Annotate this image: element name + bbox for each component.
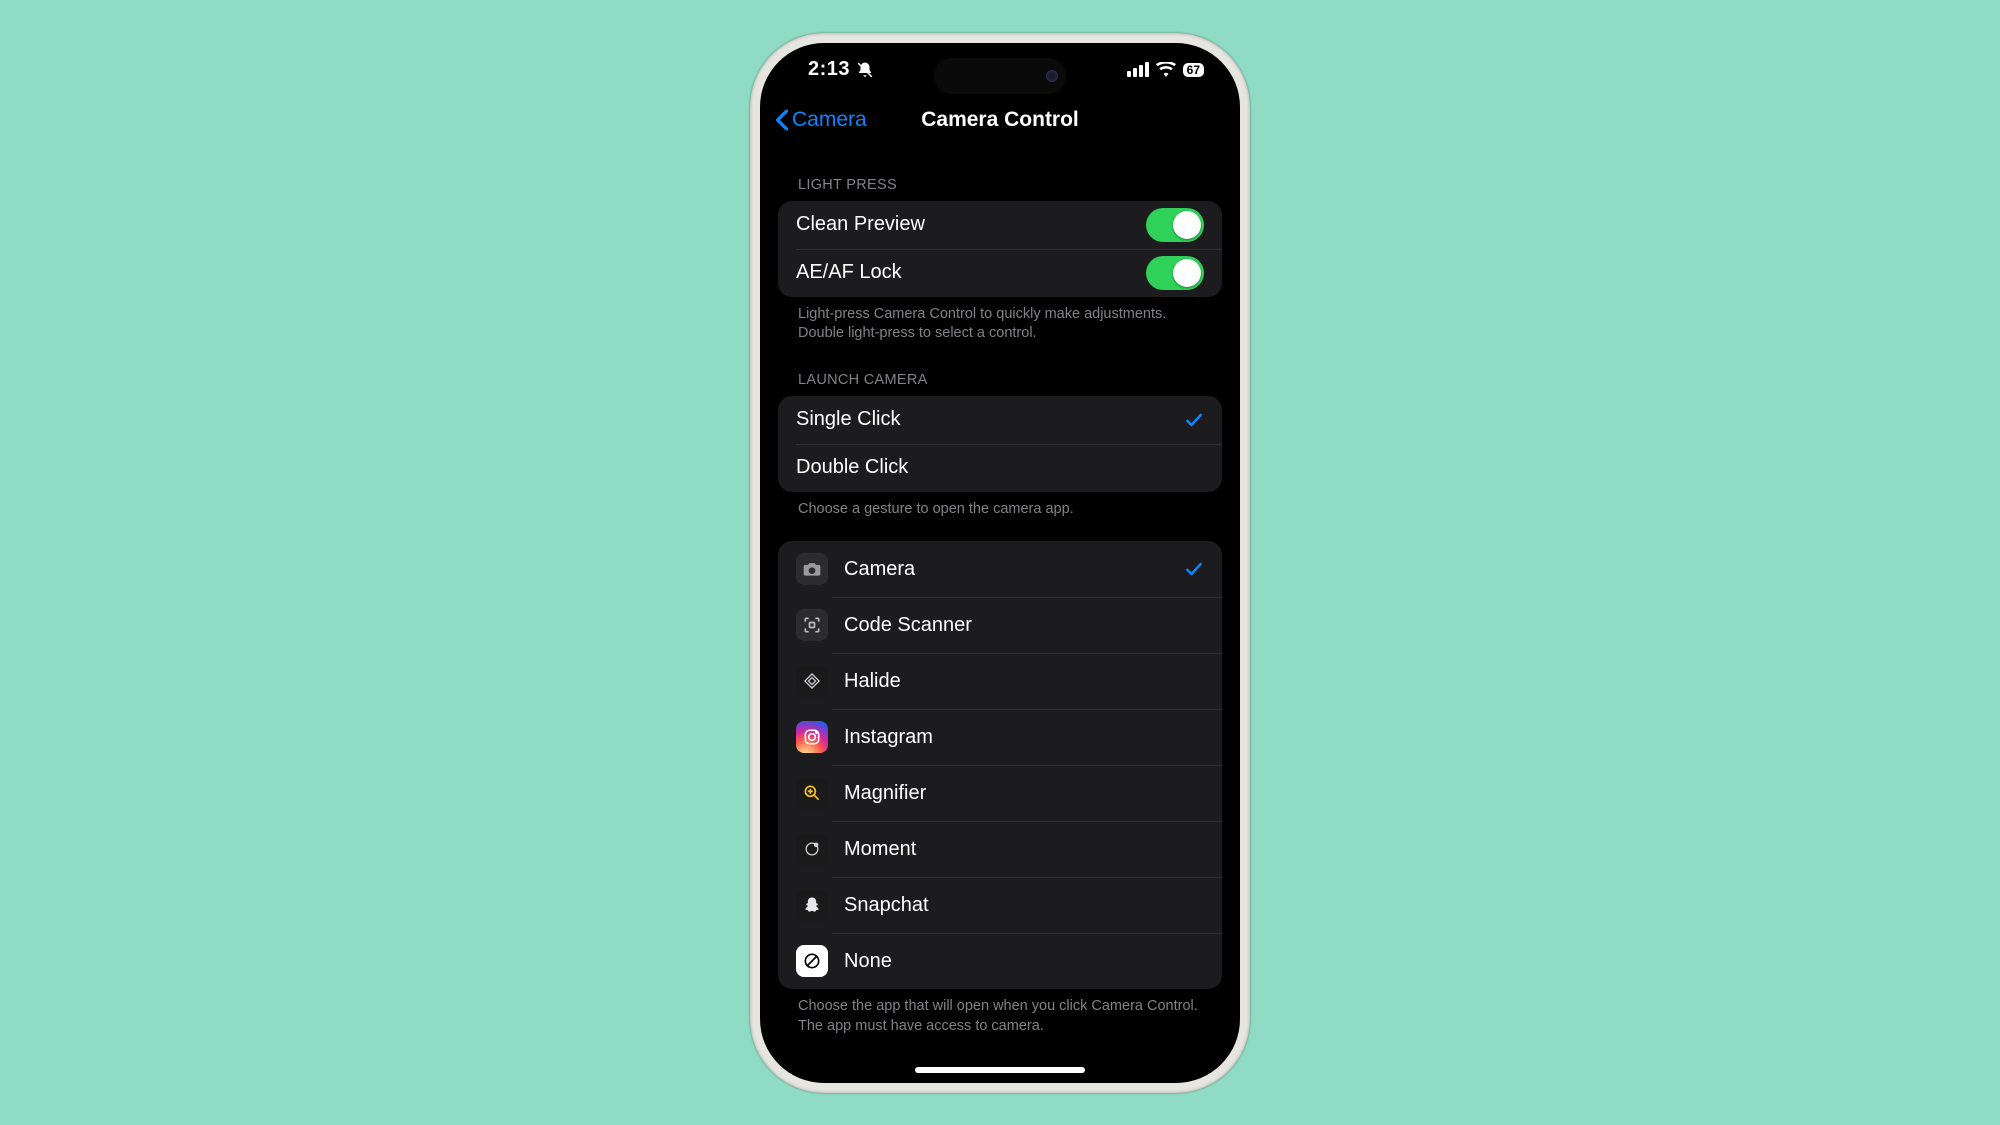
row-clean-preview[interactable]: Clean Preview [778, 201, 1222, 249]
back-button[interactable]: Camera [774, 97, 867, 143]
footer-launch-camera: Choose a gesture to open the camera app. [778, 492, 1222, 520]
checkmark-icon [1184, 559, 1204, 579]
row-app-none[interactable]: None [778, 933, 1222, 989]
row-label: None [844, 950, 1204, 973]
row-label: AE/AF Lock [796, 261, 1146, 284]
row-single-click[interactable]: Single Click [778, 396, 1222, 444]
row-app-code-scanner[interactable]: Code Scanner [778, 597, 1222, 653]
row-label: Clean Preview [796, 213, 1146, 236]
row-app-moment[interactable]: Moment [778, 821, 1222, 877]
footer-light-press: Light-press Camera Control to quickly ma… [778, 297, 1222, 344]
footer-apps: Choose the app that will open when you c… [778, 989, 1222, 1036]
row-label: Code Scanner [844, 614, 1204, 637]
row-label: Halide [844, 670, 1204, 693]
silent-bell-icon [856, 61, 874, 79]
row-label: Magnifier [844, 782, 1204, 805]
chevron-left-icon [774, 109, 790, 131]
code-scanner-app-icon [796, 609, 828, 641]
home-indicator[interactable] [915, 1067, 1085, 1073]
camera-dot-icon [1046, 70, 1058, 82]
section-header-light-press: Light Press [778, 143, 1222, 201]
toggle-aeaf-lock[interactable] [1146, 256, 1204, 290]
wifi-icon [1156, 62, 1176, 77]
instagram-app-icon [796, 721, 828, 753]
row-label: Double Click [796, 456, 1204, 479]
row-label: Snapchat [844, 894, 1204, 917]
phone-screen: 2:13 67 Camer [760, 43, 1240, 1083]
toggle-clean-preview[interactable] [1146, 208, 1204, 242]
page-title: Camera Control [921, 108, 1079, 132]
dynamic-island [934, 58, 1066, 94]
halide-app-icon [796, 665, 828, 697]
moment-app-icon [796, 833, 828, 865]
status-time: 2:13 [808, 58, 850, 81]
row-app-halide[interactable]: Halide [778, 653, 1222, 709]
phone-frame: 2:13 67 Camer [750, 33, 1250, 1093]
row-label: Moment [844, 838, 1204, 861]
checkmark-icon [1184, 410, 1204, 430]
group-launch-camera: Single Click Double Click [778, 396, 1222, 492]
row-aeaf-lock[interactable]: AE/AF Lock [778, 249, 1222, 297]
row-label: Instagram [844, 726, 1204, 749]
camera-app-icon [796, 553, 828, 585]
snapchat-app-icon [796, 889, 828, 921]
section-header-launch-camera: Launch Camera [778, 344, 1222, 396]
row-app-magnifier[interactable]: Magnifier [778, 765, 1222, 821]
group-light-press: Clean Preview AE/AF Lock [778, 201, 1222, 297]
row-app-snapchat[interactable]: Snapchat [778, 877, 1222, 933]
row-double-click[interactable]: Double Click [778, 444, 1222, 492]
magnifier-app-icon [796, 777, 828, 809]
back-label: Camera [792, 108, 867, 132]
none-app-icon [796, 945, 828, 977]
row-app-instagram[interactable]: Instagram [778, 709, 1222, 765]
row-label: Camera [844, 558, 1184, 581]
row-label: Single Click [796, 408, 1184, 431]
row-app-camera[interactable]: Camera [778, 541, 1222, 597]
battery-level: 67 [1183, 63, 1204, 77]
group-app-list: Camera Code Scanner Halide [778, 541, 1222, 989]
nav-bar: Camera Camera Control [760, 97, 1240, 143]
cellular-signal-icon [1127, 62, 1149, 77]
